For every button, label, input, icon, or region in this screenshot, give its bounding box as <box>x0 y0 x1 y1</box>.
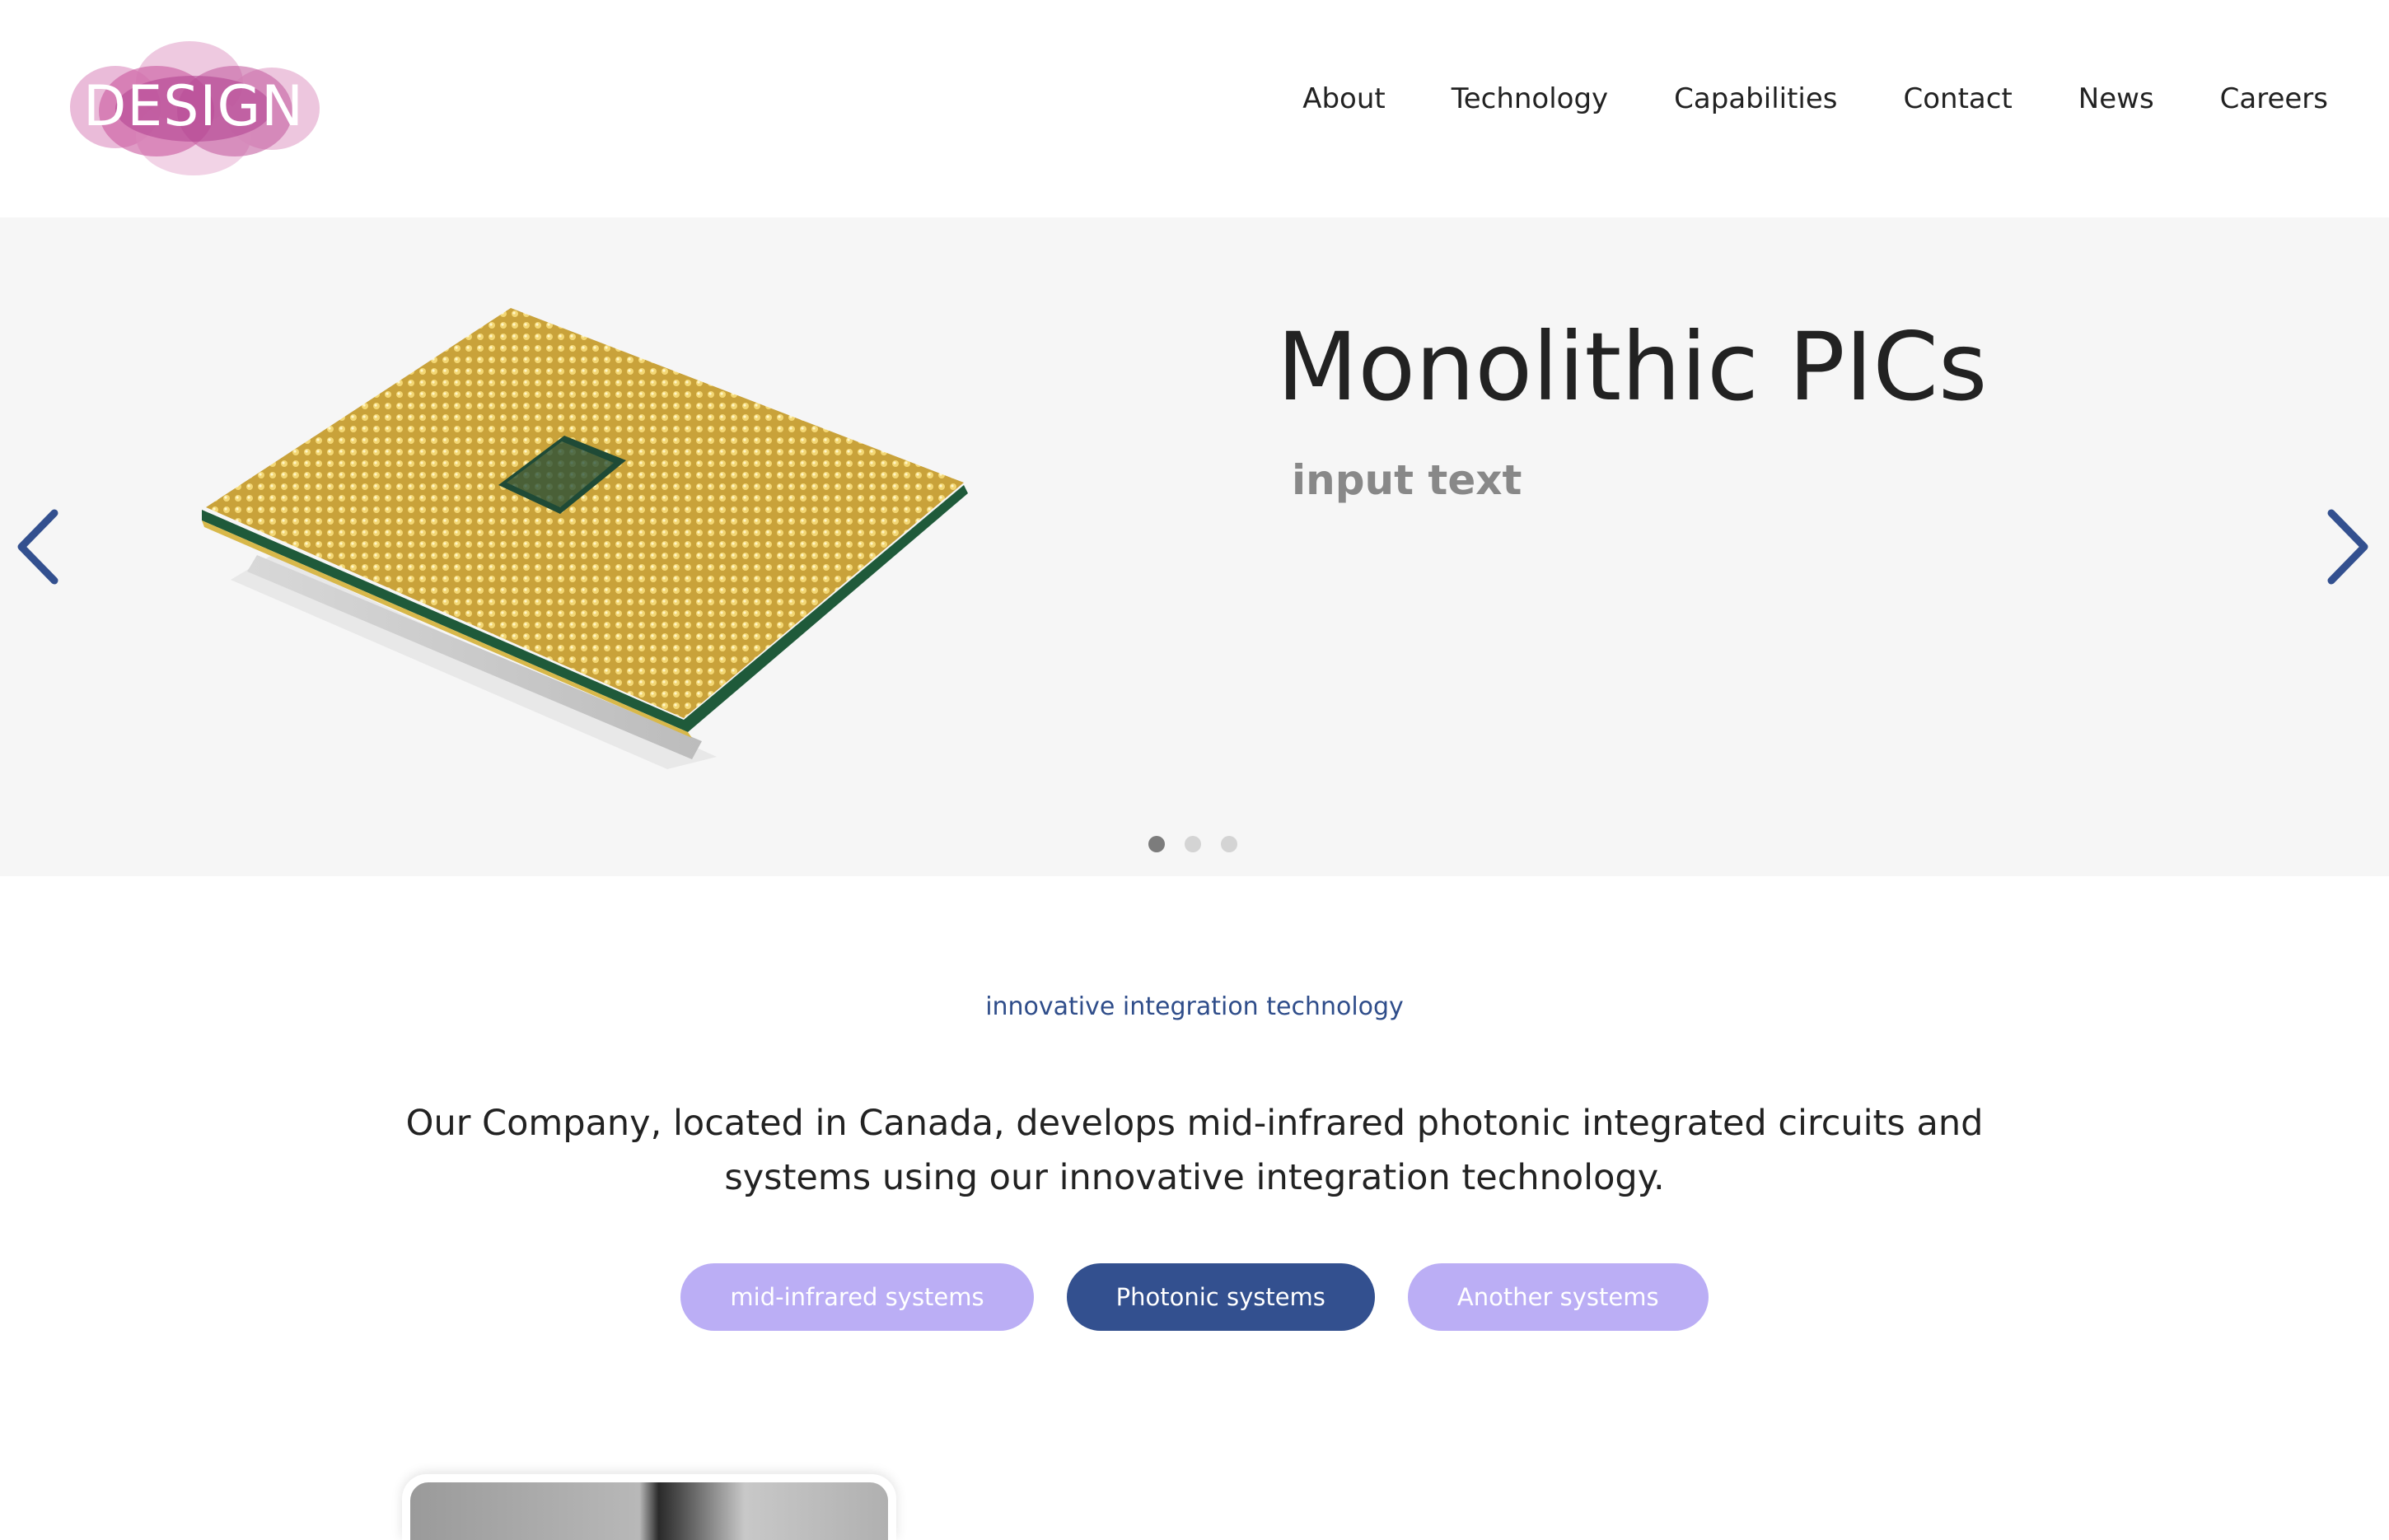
product-card-image <box>410 1482 888 1540</box>
product-card[interactable] <box>402 1474 896 1540</box>
hero-carousel: Monolithic PICs input text <box>0 217 2389 876</box>
hero-subtitle: input text <box>1292 456 1522 504</box>
chevron-right-icon <box>2327 509 2368 585</box>
logo[interactable]: DESIGN <box>66 33 321 177</box>
nav-item-capabilities[interactable]: Capabilities <box>1674 82 1837 115</box>
nav-item-news[interactable]: News <box>2078 82 2154 115</box>
carousel-dots <box>1148 836 1237 852</box>
nav-item-contact[interactable]: Contact <box>1904 82 2013 115</box>
carousel-dot-1[interactable] <box>1148 836 1165 852</box>
hero-title: Monolithic PICs <box>1277 312 1988 422</box>
pill-photonic-systems[interactable]: Photonic systems <box>1066 1263 1375 1331</box>
site-header: DESIGN About Technology Capabilities Con… <box>0 0 2389 217</box>
intro-paragraph: Our Company, located in Canada, develops… <box>405 1103 1984 1198</box>
carousel-prev-button[interactable] <box>8 502 66 592</box>
pill-mid-infrared-systems[interactable]: mid-infrared systems <box>680 1263 1034 1331</box>
logo-text: DESIGN <box>82 74 305 139</box>
carousel-dot-2[interactable] <box>1185 836 1201 852</box>
carousel-dot-3[interactable] <box>1221 836 1237 852</box>
category-pills: mid-infrared systems Photonic systems An… <box>0 1263 2389 1331</box>
carousel-next-button[interactable] <box>2320 502 2377 592</box>
cpu-chip-image <box>202 308 968 769</box>
pill-another-systems[interactable]: Another systems <box>1407 1263 1709 1331</box>
nav-item-technology[interactable]: Technology <box>1452 82 1608 115</box>
nav-item-about[interactable]: About <box>1302 82 1386 115</box>
nav-item-careers[interactable]: Careers <box>2220 82 2328 115</box>
chevron-left-icon <box>17 509 58 585</box>
section-tagline: innovative integration technology <box>985 992 1404 1021</box>
main-nav: About Technology Capabilities Contact Ne… <box>1302 82 2328 115</box>
